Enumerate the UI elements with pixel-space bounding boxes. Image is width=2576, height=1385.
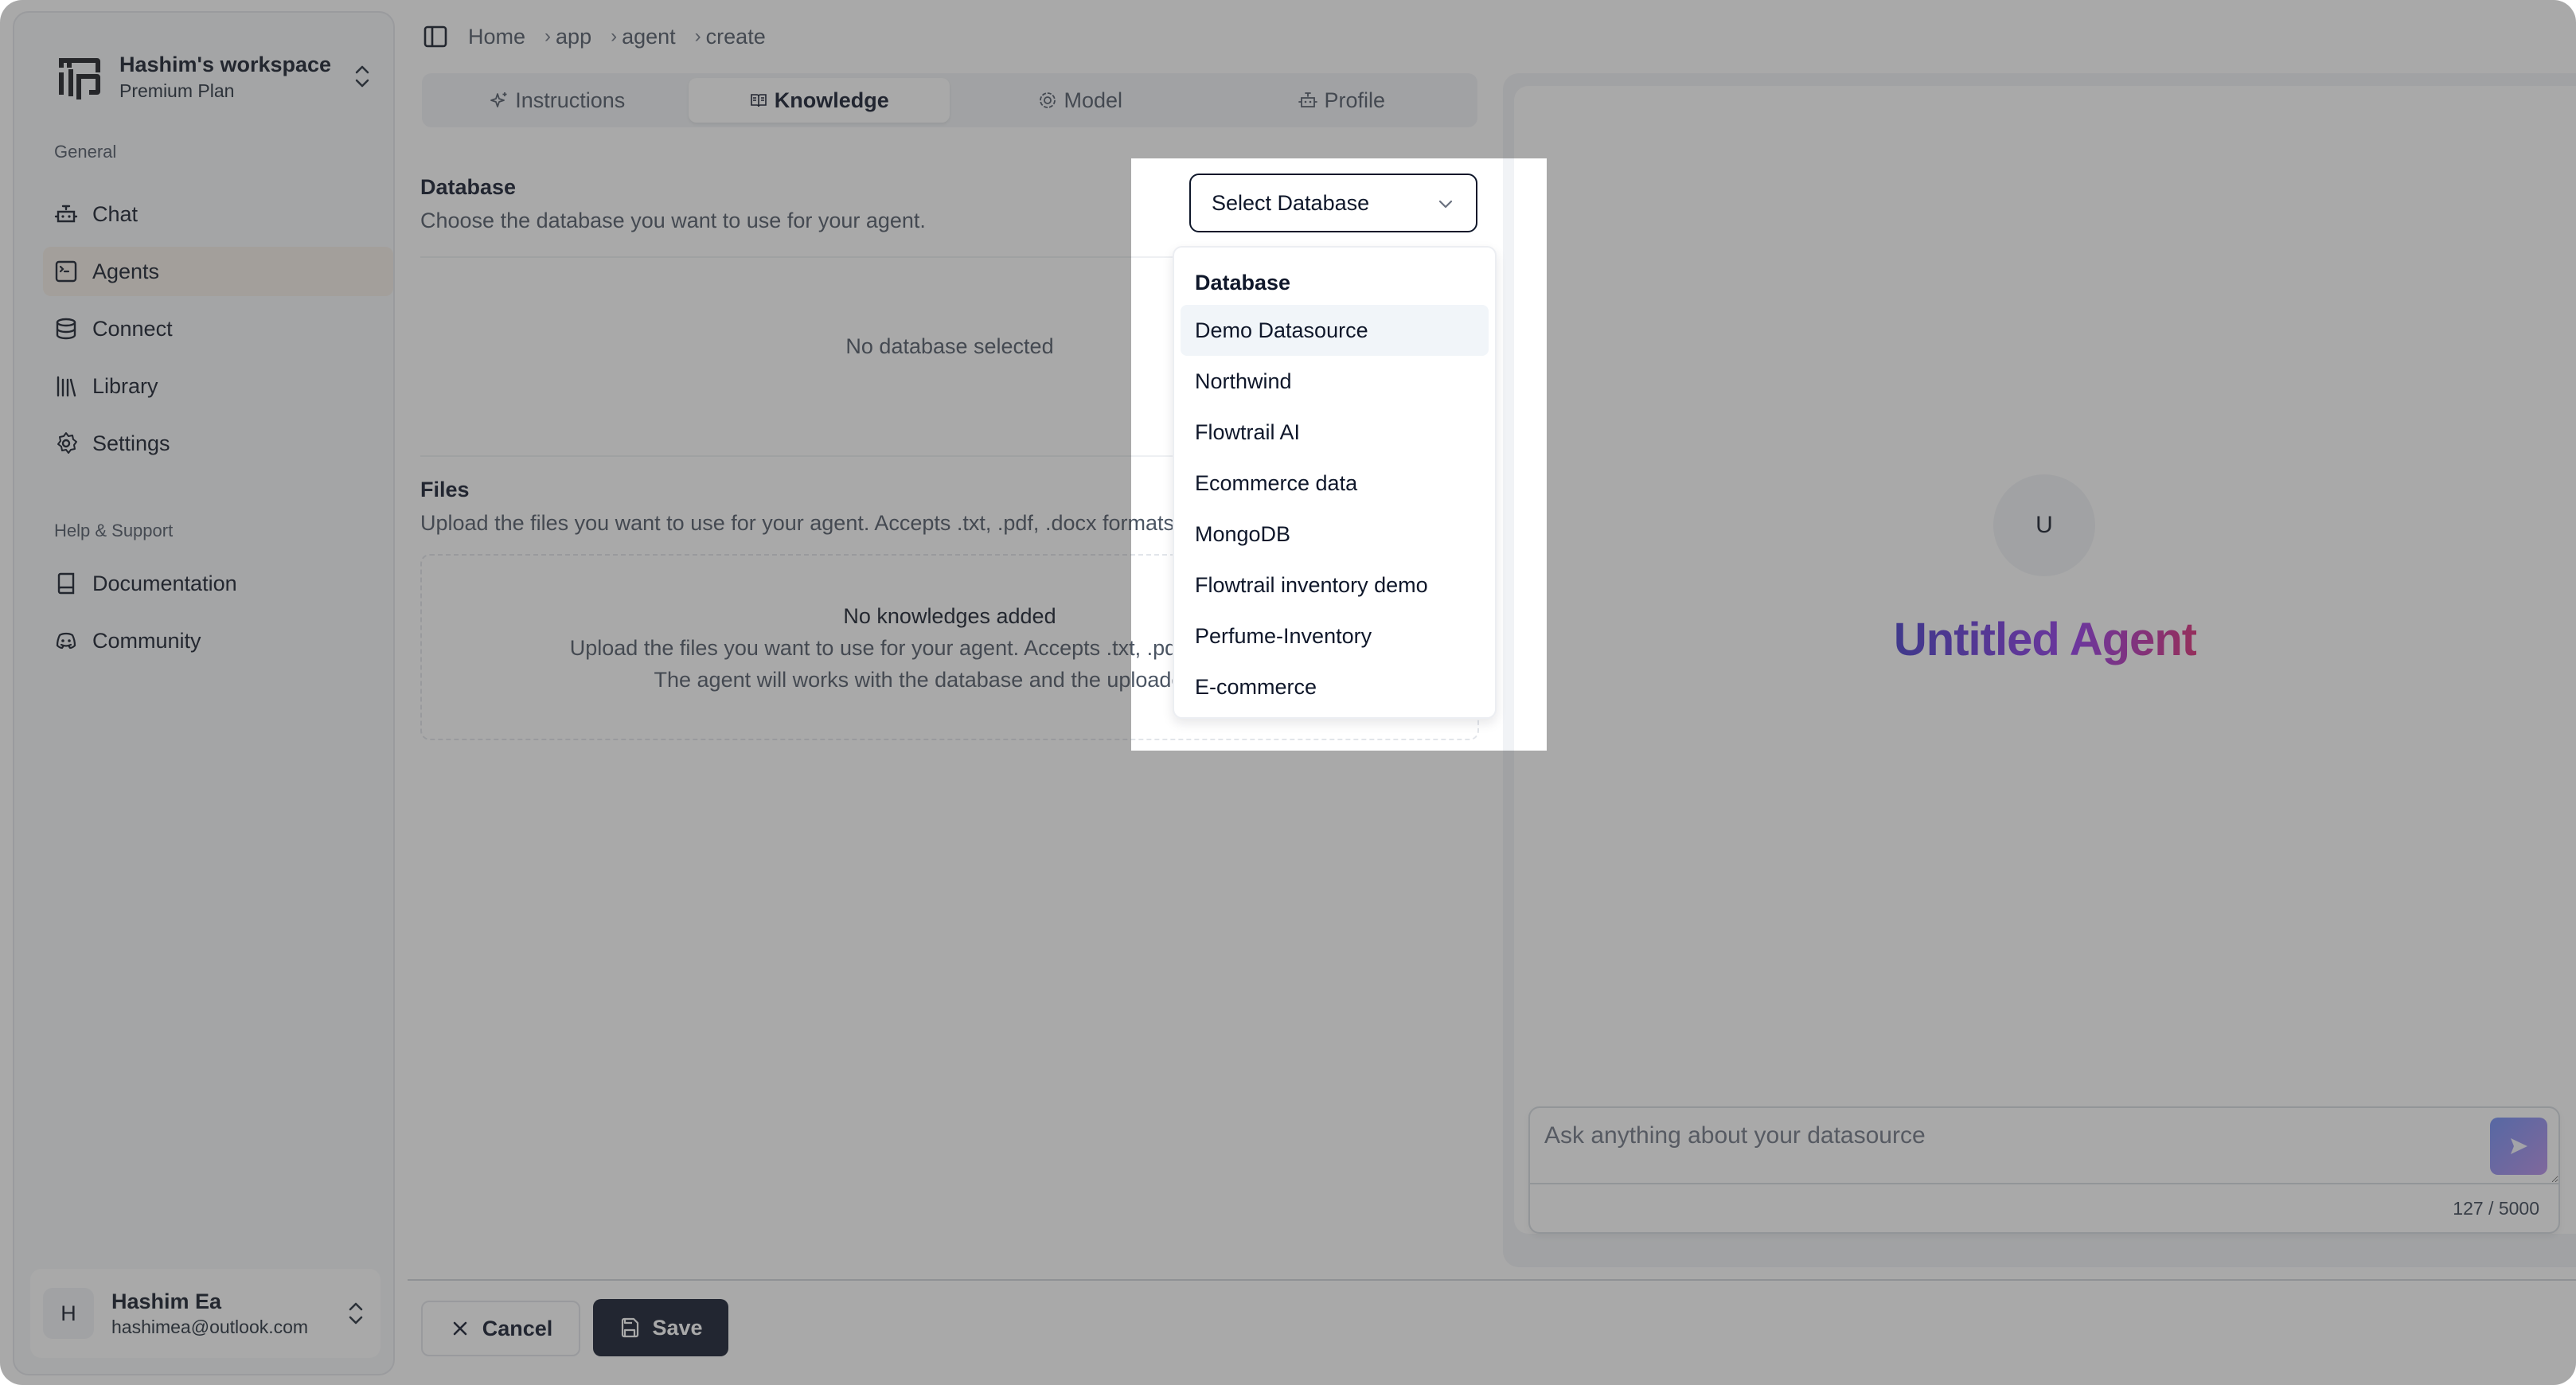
menu-option-flowtrail-ai[interactable]: Flowtrail AI <box>1181 407 1489 458</box>
sidebar-item-community[interactable]: Community <box>43 616 393 665</box>
book-open-icon <box>750 94 767 107</box>
library-icon <box>57 376 76 397</box>
save-label: Save <box>652 1315 703 1340</box>
database-icon <box>56 318 76 340</box>
chevron-down-icon <box>1438 200 1453 209</box>
files-section-title: Files <box>420 478 470 501</box>
bot-icon <box>54 205 78 223</box>
sparkles-icon <box>490 92 507 107</box>
workspace-logo-icon <box>59 58 100 99</box>
chat-composer: 127 / 5000 <box>1528 1106 2560 1234</box>
chevron-right-icon: › <box>544 25 552 47</box>
user-name: Hashim Ea <box>111 1289 222 1313</box>
agent-tabs: Instructions Knowledge Model Profile <box>422 73 1477 127</box>
database-select[interactable]: Select Database <box>1189 174 1477 232</box>
app-window: Hashim's workspace Premium Plan General … <box>0 0 2576 1385</box>
divider <box>1530 1183 2558 1184</box>
sidebar-item-label: Chat <box>92 201 139 226</box>
workspace-switcher[interactable]: Hashim's workspace Premium Plan <box>38 37 374 116</box>
cancel-label: Cancel <box>482 1316 553 1340</box>
files-section-description: Upload the files you want to use for you… <box>420 511 1181 535</box>
agent-avatar: U <box>1993 474 2095 576</box>
menu-option-mongodb[interactable]: MongoDB <box>1181 509 1489 560</box>
tab-model[interactable]: Model <box>950 78 1212 123</box>
sidebar-item-connect[interactable]: Connect <box>43 304 393 353</box>
group-label-general: General <box>54 142 117 162</box>
breadcrumb-home[interactable]: Home <box>468 25 525 49</box>
sidebar-item-label: Library <box>92 373 158 398</box>
menu-group-label: Database <box>1195 271 1291 295</box>
breadcrumb-agent[interactable]: agent <box>622 25 676 49</box>
chevron-right-icon: › <box>611 25 618 47</box>
agent-name-text: Untitled Agent <box>1893 614 2197 665</box>
chevrons-up-down-icon <box>349 1302 363 1325</box>
terminal-square-icon <box>55 260 77 283</box>
tab-label: Instructions <box>515 88 626 112</box>
chat-input[interactable] <box>1530 1108 2558 1183</box>
footer-divider <box>408 1279 2576 1281</box>
sidebar-item-settings[interactable]: Settings <box>43 419 393 468</box>
menu-option-e-commerce[interactable]: E-commerce <box>1181 661 1489 712</box>
save-button[interactable]: Save <box>593 1299 728 1356</box>
menu-option-perfume-inventory[interactable]: Perfume-Inventory <box>1181 611 1489 661</box>
discord-icon <box>56 632 76 650</box>
send-icon <box>2511 1138 2527 1154</box>
workspace-name: Hashim's workspace <box>119 53 332 76</box>
sidebar: Hashim's workspace Premium Plan General … <box>13 11 395 1375</box>
breadcrumb: Home › app › agent › create <box>422 18 766 56</box>
sidebar-item-library[interactable]: Library <box>43 361 393 411</box>
sidebar-item-chat[interactable]: Chat <box>43 189 393 239</box>
menu-option-demo-datasource[interactable]: Demo Datasource <box>1181 305 1489 356</box>
menu-option-ecommerce-data[interactable]: Ecommerce data <box>1181 458 1489 509</box>
database-dropdown-menu: Database Demo Datasource Northwind Flowt… <box>1173 246 1497 719</box>
group-label-help: Help & Support <box>54 521 174 540</box>
user-avatar: H <box>43 1288 94 1339</box>
close-icon <box>453 1321 467 1336</box>
sidebar-item-label: Connect <box>92 316 173 341</box>
sidebar-item-label: Community <box>92 628 201 653</box>
gear-icon <box>57 432 77 454</box>
tab-label: Profile <box>1324 88 1386 112</box>
tab-profile[interactable]: Profile <box>1212 78 1473 123</box>
sidebar-item-label: Agents <box>92 259 160 283</box>
chevrons-up-down-icon <box>355 65 369 88</box>
sidebar-item-agents[interactable]: Agents <box>43 247 393 296</box>
character-counter: 127 / 5000 <box>2453 1198 2539 1219</box>
sidebar-item-label: Settings <box>92 431 170 455</box>
database-section-description: Choose the database you want to use for … <box>420 209 926 232</box>
cancel-button[interactable]: Cancel <box>421 1301 580 1356</box>
workspace-plan: Premium Plan <box>119 80 235 101</box>
model-icon <box>1040 92 1056 108</box>
user-email: hashimea@outlook.com <box>111 1317 309 1337</box>
breadcrumb-app[interactable]: app <box>556 25 591 49</box>
user-menu[interactable]: H Hashim Ea hashimea@outlook.com <box>30 1269 381 1358</box>
tab-label: Model <box>1064 88 1123 112</box>
send-button[interactable] <box>2490 1118 2547 1175</box>
tab-knowledge[interactable]: Knowledge <box>688 78 950 123</box>
sidebar-item-label: Documentation <box>92 571 237 595</box>
tab-instructions[interactable]: Instructions <box>427 78 689 123</box>
tab-label: Knowledge <box>774 88 889 112</box>
database-select-value: Select Database <box>1212 190 1370 215</box>
menu-option-northwind[interactable]: Northwind <box>1181 356 1489 407</box>
sidebar-item-documentation[interactable]: Documentation <box>43 559 393 608</box>
bot-icon <box>1298 92 1318 107</box>
menu-option-flowtrail-inventory-demo[interactable]: Flowtrail inventory demo <box>1181 560 1489 611</box>
book-icon <box>57 572 75 595</box>
breadcrumb-create: create <box>705 24 766 49</box>
chevron-right-icon: › <box>694 25 701 47</box>
database-section-title: Database <box>420 175 517 199</box>
save-icon <box>622 1317 639 1338</box>
sidebar-toggle-icon[interactable] <box>422 23 449 50</box>
agent-name: Untitled Agent <box>1514 613 2576 666</box>
